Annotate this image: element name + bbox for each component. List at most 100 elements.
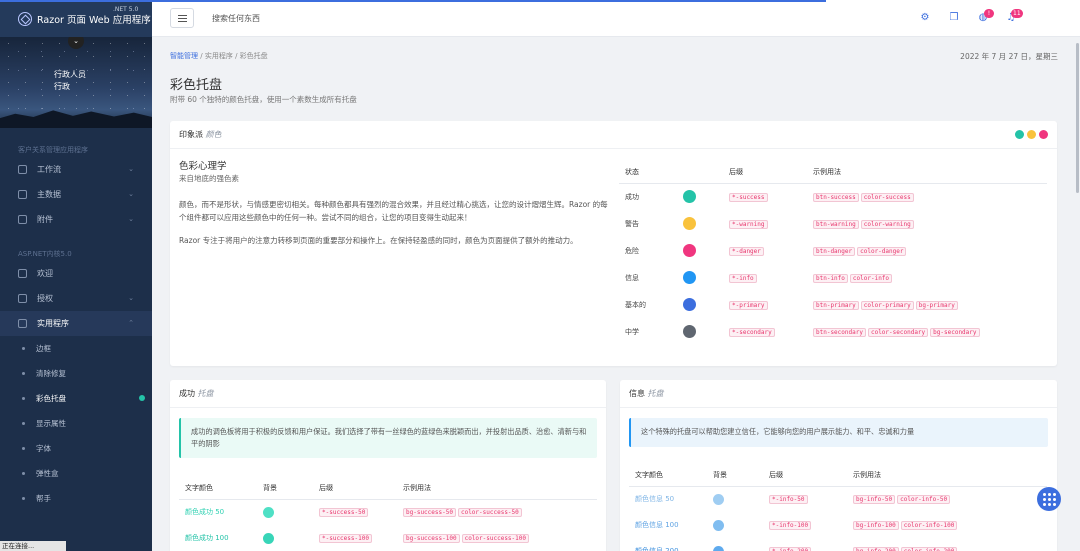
table-row: 信息 *-info btn-info color-info (619, 264, 1047, 291)
sidebar-item-attachments[interactable]: 附件 ⌄ (0, 207, 152, 232)
column-header: 背景 (263, 478, 319, 500)
usage-cell: bg-info-200color-info-200 (853, 538, 1047, 551)
column-header: 文字颜色 (629, 465, 713, 487)
text-color-cell: 颜色信息 100 (635, 521, 679, 529)
usage-cell: btn-danger color-danger (813, 237, 1047, 264)
shield-icon (18, 294, 27, 303)
usage-cell: btn-success color-success (813, 183, 1047, 210)
swatch-cell (683, 264, 729, 291)
table-row: 颜色信息 50 *-info-50 bg-info-50 color-info-50 (629, 486, 1047, 512)
usage-class-code: bg-success-50 (403, 508, 456, 518)
column-header (683, 161, 729, 184)
usage-class-code: color-secondary (867, 327, 929, 337)
nav-section-title: 客户关系管理应用程序 (18, 146, 88, 154)
sidebar-item-label: 主数据 (37, 190, 61, 199)
usage-cell: btn-warning color-warning (813, 210, 1047, 237)
usage-cell: btn-primary color-primary bg-primary (813, 291, 1047, 318)
info-palette-card: 信息 托盘 这个特殊的托盘可以帮助您建立信任，它能够向您的用户展示能力、和平、忠… (620, 380, 1057, 551)
table-header-row: 状态 后缀 示例用法 (619, 161, 1047, 184)
swatch-cell (713, 486, 769, 512)
cube-icon[interactable]: ❒ (947, 11, 961, 25)
gear-icon[interactable]: ⚙ (918, 11, 932, 25)
chevron-down-icon: ⌄ (128, 294, 134, 302)
razor-logo-icon (18, 11, 32, 26)
column-header: 后缀 (319, 478, 403, 500)
breadcrumb: 智能管理 / 实用程序 / 彩色托盘 (170, 52, 268, 60)
usage-class-code: color-warning (860, 219, 914, 229)
page-title: 彩色托盘 (170, 78, 223, 93)
color-swatch (683, 217, 696, 230)
section-subheading: 来自地底的强色素 (179, 174, 239, 183)
swatch-cell (683, 291, 729, 318)
sidebar-subitem-helpers[interactable]: 帮手 (0, 486, 152, 511)
search-input[interactable]: 搜索任何东西 (212, 13, 260, 24)
card-title: 信息 (629, 389, 645, 398)
sidebar-subitem-clearfix[interactable]: 清除修复 (0, 361, 152, 386)
usage-class-code: bg-primary (915, 300, 958, 310)
sidebar-subitem-label: 彩色托盘 (36, 394, 66, 403)
table-header-row: 文字颜色 背景 后缀 示例用法 (629, 465, 1047, 487)
brand[interactable]: Razor 页面 Web 应用程序 .NET 5.0 (0, 0, 152, 37)
main-content: 智能管理 / 实用程序 / 彩色托盘 2022 年 7 月 27 日，星期三 彩… (152, 37, 1074, 551)
table-row: 颜色成功 50 *-success-50 bg-success-50 color-su… (179, 499, 597, 525)
page-scrollbar[interactable] (1074, 37, 1080, 551)
sidebar-subitem-display[interactable]: 显示属性 (0, 411, 152, 436)
page-subtitle: 附带 60 个独特的颜色托盘，使用一个素数生成所有托盘 (170, 95, 357, 104)
card-title-italic: 颜色 (205, 130, 222, 139)
browser-status-bar: 正在连接... (0, 541, 66, 551)
color-swatch (683, 190, 696, 204)
suffix-code: *-success-100 (319, 534, 372, 543)
state-cell: 信息 (625, 273, 639, 282)
breadcrumb-root[interactable]: 智能管理 (170, 52, 198, 60)
user-profile-panel: ⌄ 行政人员 行政 (0, 37, 152, 128)
scrollbar-thumb[interactable] (1076, 43, 1079, 193)
usage-class-code: color-danger (857, 246, 907, 256)
user-name: 行政人员 (54, 70, 86, 79)
menu-toggle-button[interactable] (170, 8, 194, 28)
sidebar-item-label: 实用程序 (37, 319, 69, 328)
column-header: 示例用法 (853, 465, 1047, 487)
sidebar-item-welcome[interactable]: 欢迎 (0, 261, 152, 286)
color-dot (1015, 130, 1024, 139)
sidebar-subitem-fonts[interactable]: 字体 (0, 436, 152, 461)
sidebar-subitem-flexbox[interactable]: 弹性盒 (0, 461, 152, 486)
sidebar-subitem-borders[interactable]: 边框 (0, 336, 152, 361)
users-icon (18, 190, 27, 199)
notification-badge: 11 (1011, 9, 1023, 18)
usage-class-code: bg-secondary (930, 327, 980, 337)
column-header: 背景 (713, 465, 769, 487)
app-version: .NET 5.0 (113, 6, 139, 13)
sidebar-item-authorization[interactable]: 授权 ⌄ (0, 286, 152, 311)
card-header: 信息 托盘 (620, 380, 1057, 408)
sidebar-subitem-color-palette[interactable]: 彩色托盘 (0, 386, 152, 411)
color-swatch (263, 506, 274, 518)
suffix-cell: *-success-50 (319, 499, 403, 525)
top-header: 搜索任何东西 ⚙ ❒ ◍ ! ♫ 11 (152, 0, 1080, 37)
color-dot (1039, 130, 1048, 139)
column-header: 文字颜色 (179, 478, 263, 500)
sidebar-item-master-data[interactable]: 主数据 ⌄ (0, 182, 152, 207)
sidebar-item-label: 欢迎 (37, 269, 53, 278)
suffix-cell: *-success (729, 183, 813, 210)
apps-grid-button[interactable] (1037, 487, 1061, 511)
usage-class-code: bg-info-100 (853, 521, 899, 530)
sidebar-item-workflow[interactable]: 工作流 ⌄ (0, 157, 152, 182)
table-row: 中学 *-secondary btn-secondary color-secondar… (619, 318, 1047, 345)
usage-class-code: btn-warning (813, 219, 859, 229)
usage-class-code: btn-danger (813, 246, 856, 256)
color-swatch (683, 271, 696, 284)
breadcrumb-parent[interactable]: 实用程序 (205, 52, 233, 60)
card-title: 印象派 (179, 130, 203, 139)
suffix-code: *-info (729, 273, 757, 283)
sidebar-item-utilities[interactable]: 实用程序 ⌃ (0, 311, 152, 336)
breadcrumb-current: 彩色托盘 (239, 52, 268, 60)
suffix-cell: *-info (729, 264, 813, 291)
suffix-code: *-primary (729, 300, 768, 310)
suffix-cell: *-info-200 (769, 538, 853, 551)
chevron-down-icon: ⌄ (128, 165, 134, 173)
color-state-table: 状态 后缀 示例用法 成功 *-success btn-success color-s… (619, 161, 1047, 345)
swatch-cell (263, 525, 319, 551)
swatch-cell (683, 183, 729, 210)
notification-badge: ! (984, 9, 994, 18)
usage-class-code: color-info (849, 273, 893, 283)
